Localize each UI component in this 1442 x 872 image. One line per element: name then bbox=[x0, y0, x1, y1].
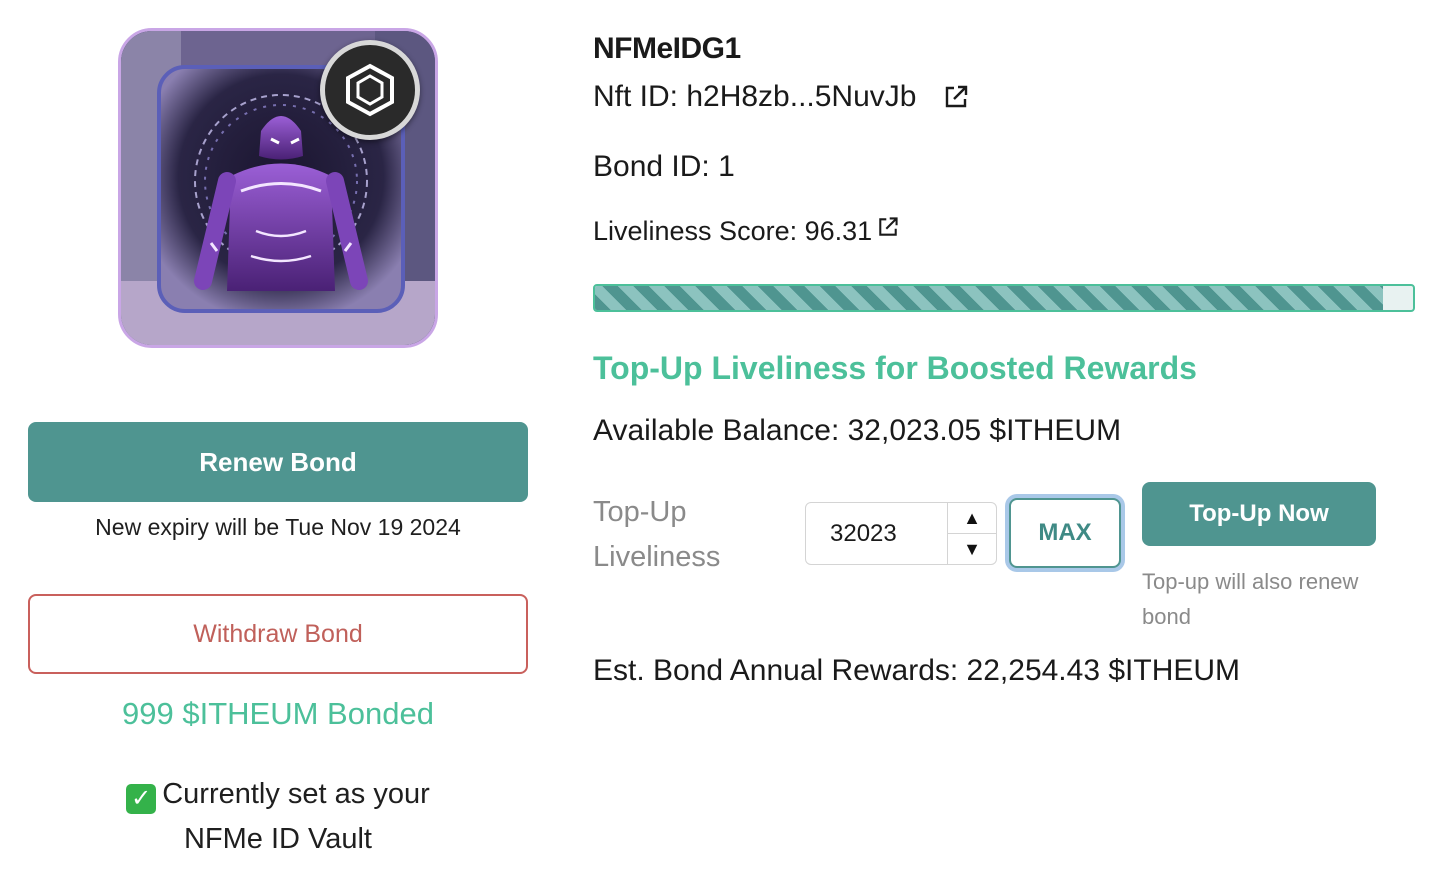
liveliness-progress-bar bbox=[593, 284, 1415, 312]
topup-amount-input[interactable] bbox=[806, 503, 947, 564]
topup-amount-stepper[interactable]: ▲ ▼ bbox=[805, 502, 997, 565]
bonded-amount: 999 $ITHEUM Bonded bbox=[122, 696, 434, 731]
liveliness-progress-fill bbox=[595, 286, 1383, 310]
topup-heading: Top-Up Liveliness for Boosted Rewards bbox=[593, 350, 1197, 386]
topup-note: Top-up will also renew bond bbox=[1142, 569, 1359, 629]
nft-id-row: Nft ID: h2H8zb...5NuvJb bbox=[593, 80, 970, 114]
checkmark-icon: ✓ bbox=[126, 784, 157, 814]
liveliness-row: Liveliness Score: 96.31 bbox=[593, 216, 900, 247]
max-button[interactable]: MAX bbox=[1009, 498, 1121, 568]
expiry-text: New expiry will be Tue Nov 19 2024 bbox=[95, 514, 461, 540]
stepper-buttons: ▲ ▼ bbox=[947, 503, 996, 564]
decrement-icon[interactable]: ▼ bbox=[948, 533, 996, 564]
topup-label: Top-Up Liveliness bbox=[593, 496, 721, 573]
vault-status-text: Currently set as your bbox=[162, 778, 430, 810]
vault-status-line1: ✓ Currently set as your bbox=[28, 772, 528, 817]
bond-card-right: NFMeIDG1 Nft ID: h2H8zb...5NuvJb Bond ID… bbox=[593, 0, 1423, 872]
external-link-icon[interactable] bbox=[876, 215, 900, 239]
topup-now-button[interactable]: Top-Up Now bbox=[1142, 482, 1376, 546]
est-annual-rewards: Est. Bond Annual Rewards: 22,254.43 $ITH… bbox=[593, 654, 1241, 687]
vault-status-line2: NFMe ID Vault bbox=[183, 823, 372, 855]
external-link-icon[interactable] bbox=[942, 83, 970, 111]
bond-id: Bond ID: 1 bbox=[593, 150, 735, 183]
withdraw-bond-button[interactable]: Withdraw Bond bbox=[28, 594, 528, 674]
renew-bond-button[interactable]: Renew Bond bbox=[28, 422, 528, 502]
available-balance: Available Balance: 32,023.05 $ITHEUM bbox=[593, 414, 1122, 447]
hexagon-badge-icon bbox=[320, 40, 420, 140]
liveliness-score: Liveliness Score: 96.31 bbox=[593, 216, 873, 246]
increment-icon[interactable]: ▲ bbox=[948, 503, 996, 533]
vault-status: ✓ Currently set as your NFMe ID Vault bbox=[28, 772, 528, 862]
nft-id-text: Nft ID: h2H8zb...5NuvJb bbox=[593, 80, 917, 113]
nft-title: NFMeIDG1 bbox=[593, 32, 741, 65]
